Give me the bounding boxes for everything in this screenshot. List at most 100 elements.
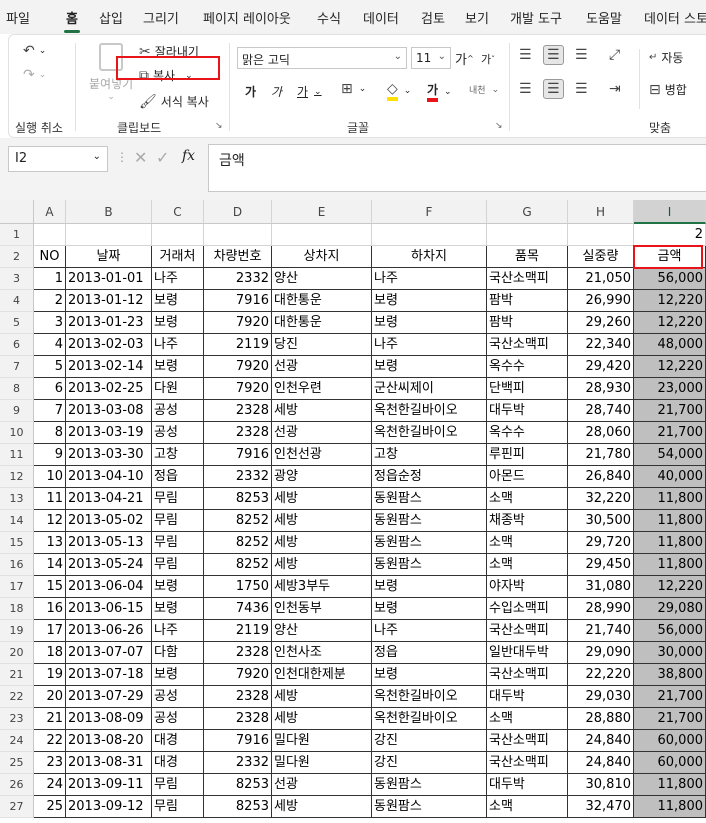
cell-A16[interactable]: 14 [34,554,66,576]
cell-A9[interactable]: 7 [34,400,66,422]
cell-A15[interactable]: 13 [34,532,66,554]
column-header-G[interactable]: G [487,200,568,224]
cell-B6[interactable]: 2013-02-03 [66,334,152,356]
dialog-launcher-icon[interactable]: ↘ [495,121,503,131]
cell-G14[interactable]: 채종박 [487,510,568,532]
cell-E22[interactable]: 세방 [272,686,372,708]
cell-D25[interactable]: 2332 [204,752,272,774]
tab-11[interactable]: 데이터 스토 [644,8,706,27]
row-header-17[interactable]: 17 [0,576,34,598]
column-header-F[interactable]: F [372,200,487,224]
tab-1[interactable]: 홈 [64,8,80,33]
row-header-2[interactable]: 2 [0,246,34,268]
column-header-B[interactable]: B [66,200,152,224]
cell-I12[interactable]: 40,000 [634,466,706,488]
cell-E8[interactable]: 인천우련 [272,378,372,400]
cell-A5[interactable]: 3 [34,312,66,334]
column-header-A[interactable]: A [34,200,66,224]
cell-G4[interactable]: 팜박 [487,290,568,312]
cell-E10[interactable]: 선광 [272,422,372,444]
indent-button[interactable]: ⇥ [609,81,621,97]
cell-F26[interactable]: 동원팜스 [372,774,487,796]
cell-D17[interactable]: 1750 [204,576,272,598]
row-header-14[interactable]: 14 [0,510,34,532]
cell-A25[interactable]: 23 [34,752,66,774]
cell-E4[interactable]: 대한통운 [272,290,372,312]
tab-5[interactable]: 수식 [317,8,341,27]
cell-E16[interactable]: 세방 [272,554,372,576]
cell-G25[interactable]: 국산소맥피 [487,752,568,774]
cell-F3[interactable]: 나주 [372,268,487,290]
cell-B27[interactable]: 2013-09-12 [66,796,152,818]
redo-button[interactable]: ↷ ⌄ [23,67,46,83]
cell-D11[interactable]: 7916 [204,444,272,466]
tab-3[interactable]: 그리기 [143,8,179,27]
cell-G27[interactable]: 소맥 [487,796,568,818]
cell-I19[interactable]: 56,000 [634,620,706,642]
cell-G3[interactable]: 국산소맥피 [487,268,568,290]
cell-F19[interactable]: 나주 [372,620,487,642]
cell-I3[interactable]: 56,000 [634,268,706,290]
cell-E1[interactable] [272,224,372,246]
cell-G23[interactable]: 소맥 [487,708,568,730]
cell-A27[interactable]: 25 [34,796,66,818]
cell-H21[interactable]: 22,220 [568,664,634,686]
column-header-C[interactable]: C [152,200,204,224]
italic-button[interactable]: 가 [271,83,282,100]
cell-C26[interactable]: 무림 [152,774,204,796]
cell-B26[interactable]: 2013-09-11 [66,774,152,796]
cell-C3[interactable]: 나주 [152,268,204,290]
cell-G19[interactable]: 국산소맥피 [487,620,568,642]
cell-F12[interactable]: 정읍순정 [372,466,487,488]
cell-F23[interactable]: 옥천한길바이오 [372,708,487,730]
cell-H19[interactable]: 21,740 [568,620,634,642]
row-header-22[interactable]: 22 [0,686,34,708]
cell-E21[interactable]: 인천대한제분 [272,664,372,686]
cell-H11[interactable]: 21,780 [568,444,634,466]
cell-I6[interactable]: 48,000 [634,334,706,356]
name-box[interactable]: I2 ⌄ [8,146,108,172]
cell-B8[interactable]: 2013-02-25 [66,378,152,400]
cell-I7[interactable]: 12,220 [634,356,706,378]
cell-B1[interactable] [66,224,152,246]
cell-I8[interactable]: 23,000 [634,378,706,400]
column-header-D[interactable]: D [204,200,272,224]
cell-C8[interactable]: 다원 [152,378,204,400]
cell-H20[interactable]: 29,090 [568,642,634,664]
font-name-combo[interactable]: 맑은 고딕 ⌄ [237,47,407,69]
cell-G9[interactable]: 대두박 [487,400,568,422]
cell-F11[interactable]: 고창 [372,444,487,466]
cell-H25[interactable]: 24,840 [568,752,634,774]
cell-E26[interactable]: 선광 [272,774,372,796]
cell-A21[interactable]: 19 [34,664,66,686]
cell-C10[interactable]: 공성 [152,422,204,444]
cell-B19[interactable]: 2013-06-26 [66,620,152,642]
cell-H24[interactable]: 24,840 [568,730,634,752]
cell-B14[interactable]: 2013-05-02 [66,510,152,532]
cell-F15[interactable]: 동원팜스 [372,532,487,554]
cell-B12[interactable]: 2013-04-10 [66,466,152,488]
cell-D2[interactable]: 차량번호 [204,246,272,268]
cell-B24[interactable]: 2013-08-20 [66,730,152,752]
align-bottom-button[interactable]: ☰ [575,47,588,63]
cell-C5[interactable]: 보령 [152,312,204,334]
cell-I20[interactable]: 30,000 [634,642,706,664]
cell-H5[interactable]: 29,260 [568,312,634,334]
cell-H3[interactable]: 21,050 [568,268,634,290]
cell-C9[interactable]: 공성 [152,400,204,422]
cell-B5[interactable]: 2013-01-23 [66,312,152,334]
cell-C15[interactable]: 무림 [152,532,204,554]
cell-B17[interactable]: 2013-06-04 [66,576,152,598]
row-header-20[interactable]: 20 [0,642,34,664]
cell-F6[interactable]: 나주 [372,334,487,356]
undo-button[interactable]: ↶ ⌄ [23,43,46,59]
cell-F27[interactable]: 동원팜스 [372,796,487,818]
cell-D5[interactable]: 7920 [204,312,272,334]
row-header-9[interactable]: 9 [0,400,34,422]
cell-I10[interactable]: 21,700 [634,422,706,444]
cell-H6[interactable]: 22,340 [568,334,634,356]
cell-A17[interactable]: 15 [34,576,66,598]
cell-D14[interactable]: 8252 [204,510,272,532]
cell-H8[interactable]: 28,930 [568,378,634,400]
formula-input[interactable]: 금액 [208,144,706,192]
